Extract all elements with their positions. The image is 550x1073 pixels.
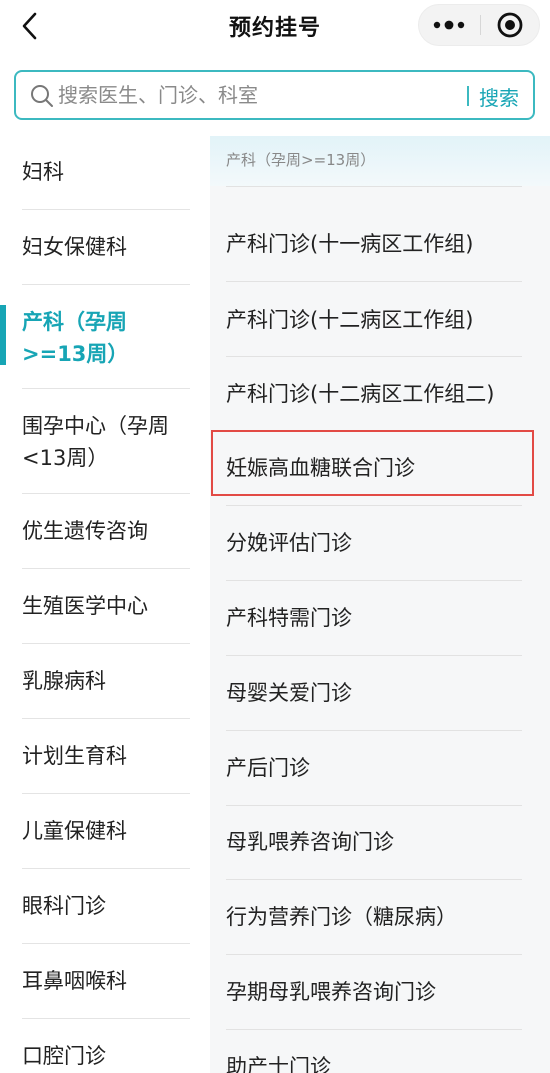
target-circle-icon (497, 12, 523, 38)
clinic-item[interactable]: 母乳喂养咨询门诊 (226, 826, 526, 858)
close-mini-program-button[interactable] (481, 5, 539, 45)
clinic-item[interactable]: 产科门诊(十二病区工作组) (226, 304, 526, 336)
sidebar-item-family-planning[interactable]: 计划生育科 (22, 740, 190, 772)
list-divider (226, 954, 522, 955)
sidebar-divider (22, 388, 190, 389)
sidebar-divider (22, 718, 190, 719)
clinic-item[interactable]: 助产士门诊 (226, 1051, 526, 1073)
sidebar-item-ophthalmology[interactable]: 眼科门诊 (22, 890, 190, 922)
sidebar-divider (22, 943, 190, 944)
nav-header: 预约挂号 (0, 0, 550, 52)
clinic-item[interactable]: 产科门诊(十一病区工作组) (226, 228, 526, 260)
section-title: 产科（孕周>=13周） (226, 151, 376, 169)
sidebar-item-reproductive-medicine[interactable]: 生殖医学中心 (22, 590, 190, 622)
sidebar-item-breast-disease[interactable]: 乳腺病科 (22, 665, 190, 697)
sidebar-divider (22, 643, 190, 644)
clinic-item[interactable]: 孕期母乳喂养咨询门诊 (226, 976, 526, 1008)
clinic-item[interactable]: 产后门诊 (226, 752, 526, 784)
search-divider (467, 86, 469, 106)
search-bar: 搜索 (14, 70, 535, 120)
list-divider (226, 730, 522, 731)
clinic-section-header: 产科（孕周>=13周） (210, 136, 550, 186)
list-divider (226, 1029, 522, 1030)
sidebar-divider (22, 209, 190, 210)
clinic-item[interactable]: 分娩评估门诊 (226, 527, 526, 559)
highlight-box (211, 430, 534, 496)
list-divider (226, 186, 522, 187)
sidebar-item-ent[interactable]: 耳鼻咽喉科 (22, 965, 190, 997)
search-button[interactable]: 搜索 (479, 82, 519, 111)
sidebar-item-genetic-counseling[interactable]: 优生遗传咨询 (22, 515, 190, 547)
sidebar-item-child-health[interactable]: 儿童保健科 (22, 815, 190, 847)
sidebar-divider (22, 284, 190, 285)
list-divider (226, 655, 522, 656)
clinic-item[interactable]: 产科门诊(十二病区工作组二) (226, 378, 526, 410)
list-divider (226, 580, 522, 581)
more-button[interactable] (419, 5, 479, 45)
sidebar-divider (22, 793, 190, 794)
sidebar-divider (22, 1018, 190, 1019)
sidebar-divider (22, 568, 190, 569)
list-divider (226, 879, 522, 880)
sidebar-item-womens-health[interactable]: 妇女保健科 (22, 231, 190, 263)
clinic-item[interactable]: 行为营养门诊（糖尿病） (226, 901, 526, 933)
sidebar-divider (22, 868, 190, 869)
list-divider (226, 805, 522, 806)
clinic-item[interactable]: 产科特需门诊 (226, 602, 526, 634)
list-divider (226, 505, 522, 506)
list-divider (226, 281, 522, 282)
active-indicator (0, 305, 6, 365)
search-icon (31, 85, 53, 107)
sidebar-divider (22, 493, 190, 494)
sidebar-item-dental[interactable]: 口腔门诊 (22, 1040, 190, 1072)
mini-program-capsule (418, 4, 540, 46)
list-divider (226, 356, 522, 357)
clinic-item[interactable]: 母婴关爱门诊 (226, 677, 526, 709)
search-input[interactable] (58, 78, 458, 112)
sidebar-item-gynecology[interactable]: 妇科 (22, 156, 190, 188)
sidebar-item-obstetrics[interactable]: 产科（孕周>=13周） (22, 306, 190, 370)
more-dots-icon (433, 20, 465, 30)
sidebar-item-preconception-center[interactable]: 围孕中心（孕周<13周） (22, 410, 190, 474)
